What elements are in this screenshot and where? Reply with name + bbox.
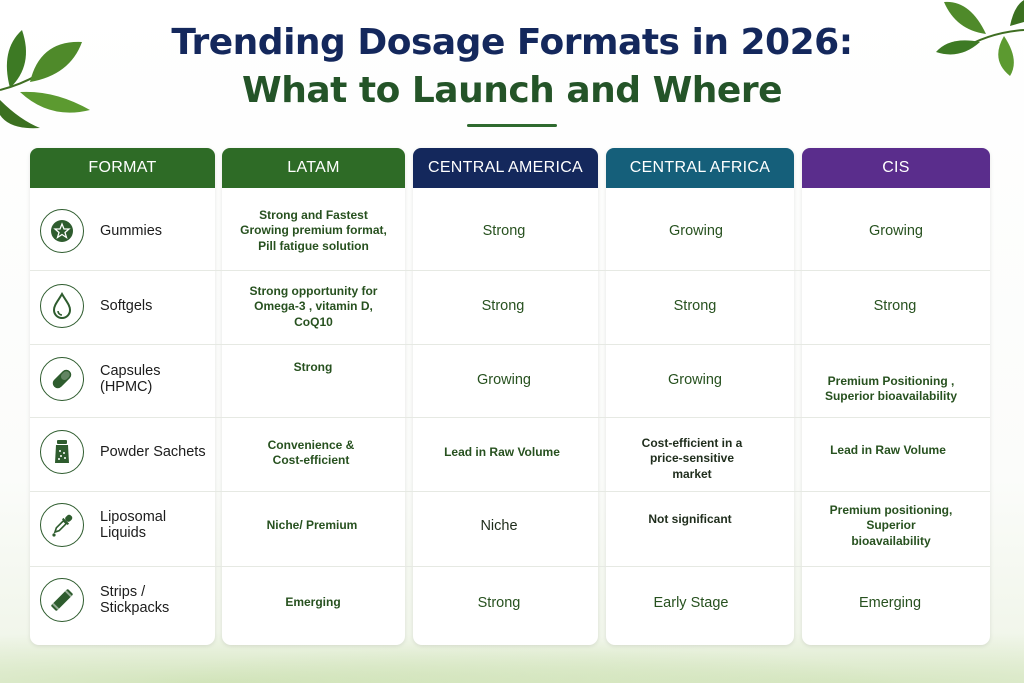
title-divider [467, 124, 557, 127]
cell-central-america: Strong [482, 223, 526, 239]
row-divider [30, 566, 990, 567]
cell-line: Premium positioning, [829, 502, 953, 517]
cell-central-america: Lead in Raw Volume [444, 445, 560, 460]
format-name: Gummies [100, 223, 163, 239]
cell-central-america: Strong [481, 298, 525, 314]
cell-central-africa: Growing [668, 372, 722, 388]
cell-line: Cost-efficient [272, 453, 350, 467]
powder-jar-icon [40, 430, 84, 474]
cell-cis: Premium positioning, Superior bioavailabil… [802, 502, 980, 550]
cell-line: Superior bioavailability [824, 389, 958, 403]
cell-cis: Strong [873, 298, 917, 314]
cell-central-africa: Not significant [648, 512, 732, 527]
row-divider [30, 270, 990, 271]
cell-latam: Emerging [285, 595, 341, 610]
cell-central-america: Strong [477, 595, 521, 611]
page-title: Trending Dosage Formats in 2026: [171, 22, 853, 63]
cell-central-africa: Strong [673, 298, 717, 314]
cell-line: Superior [866, 518, 916, 533]
droplet-icon [40, 284, 84, 328]
row-divider [30, 417, 990, 418]
table-row-strips-stickpacks: Strips / Stickpacks [36, 578, 216, 622]
format-name: Powder Sachets [100, 444, 206, 460]
page-subtitle: What to Launch and Where [242, 70, 783, 111]
cell-latam: Convenience & Cost-efficient [222, 436, 400, 470]
stickpack-icon [40, 578, 84, 622]
table-row-capsules: Capsules (HPMC) [36, 357, 216, 401]
cell-central-africa: Early Stage [653, 595, 729, 611]
cell-latam: Strong and Fastest Growing premium format… [222, 200, 405, 262]
dropper-icon [40, 503, 84, 547]
capsule-icon [40, 357, 84, 401]
cell-line: Convenience & [267, 437, 355, 452]
cell-line: market [672, 466, 712, 481]
cell-central-africa: Cost-efficient in a price-sensitive market [606, 435, 778, 483]
cell-latam: Strong opportunity for Omega-3 , vitamin … [222, 276, 405, 338]
cell-cis: Premium Positioning , Superior bioavailab… [802, 372, 980, 406]
header-cis: CIS [802, 148, 990, 188]
header-latam: LATAM [222, 148, 405, 188]
cell-line: bioavailability [851, 533, 931, 548]
header-central-africa: CENTRAL AFRICA [606, 148, 794, 188]
format-name: Softgels [100, 298, 153, 314]
cell-line: Omega-3 , vitamin D, [254, 299, 373, 314]
cell-line: Strong and Fastest [259, 207, 368, 222]
cell-central-america: Niche [480, 518, 518, 534]
cell-line: Strong opportunity for [249, 283, 378, 298]
cell-line: Growing premium format, [240, 223, 387, 238]
star-badge-icon [40, 209, 84, 253]
cell-central-america: Growing [477, 372, 531, 388]
cell-cis: Growing [869, 223, 923, 239]
cell-latam: Strong [293, 360, 333, 375]
table-row-softgels: Softgels [36, 284, 216, 328]
cell-line: Cost-efficient in a [641, 435, 743, 450]
table-row-powder-sachets: Powder Sachets [36, 430, 216, 474]
cell-line: CoQ10 [294, 314, 333, 329]
format-name: Strips / Stickpacks [100, 584, 170, 616]
row-divider [30, 344, 990, 345]
format-name: Capsules (HPMC) [100, 363, 161, 395]
header-central-america: CENTRAL AMERICA [413, 148, 598, 188]
cell-cis: Lead in Raw Volume [830, 443, 946, 458]
cell-line: Pill fatigue solution [258, 238, 369, 253]
cell-cis: Emerging [858, 595, 922, 611]
cell-latam: Niche/ Premium [266, 518, 358, 533]
format-name: Liposomal Liquids [100, 509, 167, 541]
cell-line: price-sensitive [649, 451, 735, 466]
table-row-liposomal-liquids: Liposomal Liquids [36, 503, 216, 547]
table-row-gummies: Gummies [36, 209, 216, 253]
cell-central-africa: Growing [669, 223, 723, 239]
header-format: FORMAT [30, 148, 215, 188]
cell-line: Premium Positioning , [827, 373, 955, 388]
row-divider [30, 491, 990, 492]
